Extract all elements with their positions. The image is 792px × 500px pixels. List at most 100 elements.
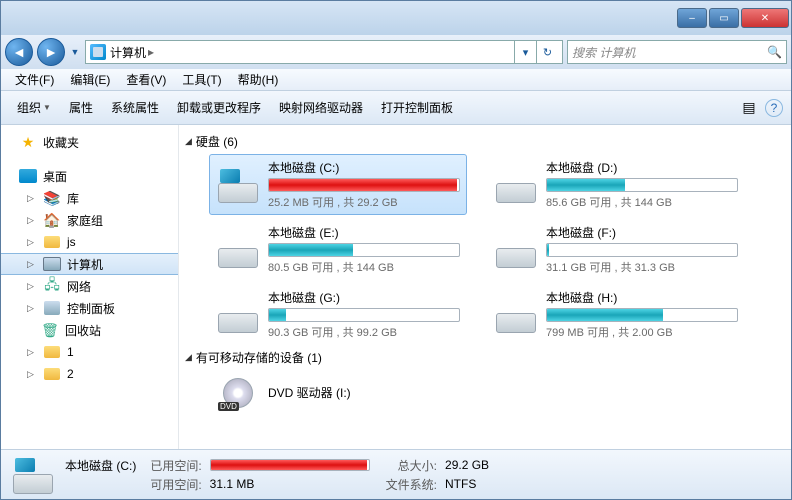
drive-name: 本地磁盘 (H:) — [546, 289, 738, 306]
forward-button[interactable]: ► — [37, 38, 65, 66]
address-bar[interactable]: 计算机 ▸ ▾ ↻ — [85, 40, 563, 64]
titlebar[interactable]: – ▭ ✕ — [1, 1, 791, 35]
minimize-button[interactable]: – — [677, 8, 707, 28]
sidebar-label: 库 — [67, 190, 79, 207]
drive-item[interactable]: 本地磁盘 (H:) 799 MB 可用 , 共 2.00 GB — [487, 284, 745, 345]
body: ★ 收藏夹 桌面 ▷ 📚 库 ▷ 🏠 家庭组 — [1, 125, 791, 449]
drive-item[interactable]: 本地磁盘 (D:) 85.6 GB 可用 , 共 144 GB — [487, 154, 745, 215]
drive-stats: 85.6 GB 可用 , 共 144 GB — [546, 194, 738, 210]
close-button[interactable]: ✕ — [741, 8, 789, 28]
breadcrumb-root[interactable]: 计算机 — [110, 44, 146, 61]
used-label: 已用空间: — [150, 457, 201, 474]
sidebar-favorites[interactable]: ★ 收藏夹 — [1, 131, 178, 153]
section-hdd[interactable]: ◢ 硬盘 (6) — [183, 129, 781, 154]
homegroup-icon: 🏠 — [43, 211, 61, 229]
window-controls: – ▭ ✕ — [675, 8, 789, 28]
drive-name: 本地磁盘 (F:) — [546, 224, 738, 241]
collapse-icon: ◢ — [185, 352, 192, 363]
drive-item[interactable]: 本地磁盘 (E:)80.5 GB 可用 , 共 144 GB — [209, 219, 467, 280]
command-bar: 组织▼ 属性 系统属性 卸载或更改程序 映射网络驱动器 打开控制面板 ▤ ? — [1, 91, 791, 125]
back-button[interactable]: ◄ — [5, 38, 33, 66]
system-properties-button[interactable]: 系统属性 — [103, 95, 167, 120]
drive-item[interactable]: 本地磁盘 (C:)25.2 MB 可用 , 共 29.2 GB — [209, 154, 467, 215]
used-bar — [210, 459, 370, 471]
sidebar-label: 1 — [67, 345, 74, 359]
drive-stats: 90.3 GB 可用 , 共 99.2 GB — [268, 324, 460, 340]
help-icon[interactable]: ? — [765, 99, 783, 117]
drive-stats: 31.1 GB 可用 , 共 31.3 GB — [546, 259, 738, 275]
expand-caret[interactable]: ▷ — [27, 259, 37, 270]
expand-caret[interactable]: ▷ — [27, 193, 37, 204]
status-details: 本地磁盘 (C:) 已用空间: 总大小: 29.2 GB 可用空间: 31.1 … — [65, 457, 489, 493]
sidebar-controlpanel[interactable]: ▷ 控制面板 — [1, 297, 178, 319]
drive-item[interactable]: 本地磁盘 (G:)90.3 GB 可用 , 共 99.2 GB — [209, 284, 467, 345]
control-panel-button[interactable]: 打开控制面板 — [373, 95, 461, 120]
sidebar-folder-2[interactable]: ▷ 2 — [1, 363, 178, 385]
sidebar-libraries[interactable]: ▷ 📚 库 — [1, 187, 178, 209]
sidebar-homegroup[interactable]: ▷ 🏠 家庭组 — [1, 209, 178, 231]
menu-bar: 文件(F) 编辑(E) 查看(V) 工具(T) 帮助(H) — [1, 69, 791, 91]
status-drive-name: 本地磁盘 (C:) — [65, 457, 136, 474]
sidebar-label: 收藏夹 — [43, 134, 79, 151]
drive-item[interactable]: 本地磁盘 (F:) 31.1 GB 可用 , 共 31.3 GB — [487, 219, 745, 280]
section-title: 有可移动存储的设备 (1) — [196, 349, 322, 366]
sidebar-label: 家庭组 — [67, 212, 103, 229]
computer-icon — [90, 44, 106, 60]
expand-caret[interactable]: ▷ — [27, 215, 37, 226]
menu-view[interactable]: 查看(V) — [118, 71, 174, 88]
capacity-bar — [268, 178, 460, 192]
menu-help[interactable]: 帮助(H) — [230, 71, 287, 88]
computer-icon — [43, 255, 61, 273]
navigation-bar: ◄ ► ▼ 计算机 ▸ ▾ ↻ 搜索 计算机 🔍 — [1, 35, 791, 69]
drive-stats: 799 MB 可用 , 共 2.00 GB — [546, 324, 738, 340]
refresh-button[interactable]: ↻ — [536, 40, 558, 64]
expand-caret[interactable]: ▷ — [27, 369, 37, 380]
star-icon: ★ — [19, 133, 37, 151]
drive-name: 本地磁盘 (E:) — [268, 224, 460, 241]
uninstall-button[interactable]: 卸载或更改程序 — [169, 95, 269, 120]
panel-icon — [43, 299, 61, 317]
drive-icon — [11, 456, 55, 494]
expand-caret[interactable]: ▷ — [27, 303, 37, 314]
sidebar-desktop[interactable]: 桌面 — [1, 165, 178, 187]
sidebar-recycle[interactable]: 🗑 回收站 — [1, 319, 178, 341]
menu-tools[interactable]: 工具(T) — [174, 71, 229, 88]
menu-edit[interactable]: 编辑(E) — [62, 71, 118, 88]
search-placeholder: 搜索 计算机 — [572, 44, 635, 61]
total-label: 总大小: — [386, 457, 437, 474]
search-input[interactable]: 搜索 计算机 🔍 — [567, 40, 787, 64]
properties-button[interactable]: 属性 — [61, 95, 101, 120]
menu-file[interactable]: 文件(F) — [7, 71, 62, 88]
sidebar-network[interactable]: ▷ 🖧 网络 — [1, 275, 178, 297]
capacity-bar — [546, 243, 738, 257]
sidebar-label: js — [67, 235, 76, 249]
address-dropdown[interactable]: ▾ — [514, 40, 536, 64]
search-icon[interactable]: 🔍 — [767, 45, 782, 59]
folder-icon — [43, 365, 61, 383]
folder-icon — [43, 233, 61, 251]
sidebar-computer[interactable]: ▷ 计算机 — [1, 253, 178, 275]
map-drive-button[interactable]: 映射网络驱动器 — [271, 95, 371, 120]
free-value: 31.1 MB — [210, 477, 370, 491]
expand-caret[interactable]: ▷ — [27, 347, 37, 358]
drive-icon — [494, 167, 538, 203]
history-dropdown[interactable]: ▼ — [69, 38, 81, 66]
fs-value: NTFS — [445, 477, 489, 491]
breadcrumb-separator: ▸ — [148, 45, 154, 59]
section-title: 硬盘 (6) — [196, 133, 238, 150]
organize-button[interactable]: 组织▼ — [9, 95, 59, 120]
drive-name: 本地磁盘 (D:) — [546, 159, 738, 176]
desktop-icon — [19, 167, 37, 185]
collapse-icon: ◢ — [185, 136, 192, 147]
sidebar-folder-1[interactable]: ▷ 1 — [1, 341, 178, 363]
maximize-button[interactable]: ▭ — [709, 8, 739, 28]
drive-dvd[interactable]: DVD 驱动器 (I:) — [209, 370, 467, 416]
expand-caret[interactable]: ▷ — [27, 281, 37, 292]
drive-name: DVD 驱动器 (I:) — [268, 384, 460, 401]
sidebar-item-js[interactable]: ▷ js — [1, 231, 178, 253]
sidebar-label: 桌面 — [43, 168, 67, 185]
expand-caret[interactable]: ▷ — [27, 237, 37, 248]
section-removable[interactable]: ◢ 有可移动存储的设备 (1) — [183, 345, 781, 370]
drive-icon — [216, 297, 260, 333]
view-toggle-icon[interactable]: ▤ — [739, 98, 759, 118]
